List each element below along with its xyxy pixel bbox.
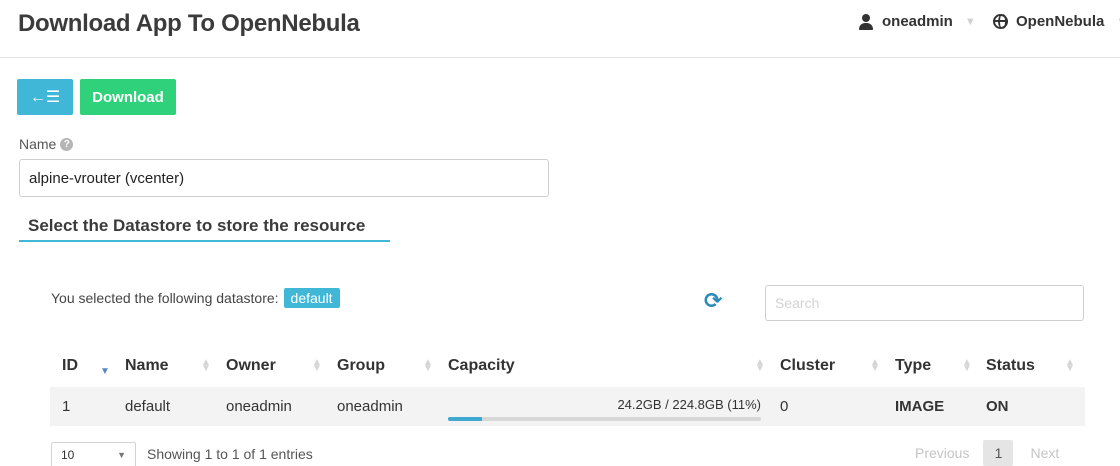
showing-entries-text: Showing 1 to 1 of 1 entries [147,446,313,462]
help-icon[interactable]: ? [60,137,74,151]
selected-datastore-prefix: You selected the following datastore: [51,290,279,306]
sort-icon[interactable]: ▲ ▼ [755,358,765,374]
back-to-list-icon: ←☰ [29,89,61,106]
zone-menu[interactable]: OpenNebula ▼ [993,13,1120,30]
page-title: Download App To OpenNebula [18,10,360,37]
user-name: oneadmin [882,13,953,30]
sort-icon[interactable]: ▲ ▼ [1065,358,1075,374]
selected-datastore-text: You selected the following datastore: de… [51,288,340,308]
sort-icon[interactable]: ▲ ▼ [423,358,433,374]
cell-capacity: 24.2GB / 224.8GB (11%) [448,387,761,426]
cell-type: IMAGE [895,398,945,415]
chevron-down-icon: ▼ [1116,16,1120,28]
page-size-select[interactable]: 10 ▼ [51,442,136,466]
sort-icon[interactable]: ▲ ▼ [870,358,880,374]
table-header: ID ▼ Name ▲ ▼ Owner ▲ ▼ Group ▲ ▼ Capacity … [50,354,1085,382]
back-to-list-button[interactable]: ←☰ [17,79,73,115]
search-input[interactable] [765,285,1084,321]
user-menu[interactable]: oneadmin ▼ [858,13,976,30]
capacity-progress-fill [448,417,483,421]
page-size-value: 10 [61,448,75,462]
page-1-button[interactable]: 1 [983,440,1014,466]
column-header-name[interactable]: Name [125,354,169,378]
capacity-progress-bar [448,417,761,421]
chevron-down-icon: ▼ [117,450,126,460]
name-input[interactable] [19,159,549,197]
name-label-text: Name [19,136,57,152]
cell-name: default [125,398,171,415]
sort-icon[interactable]: ▲ ▼ [312,358,322,374]
pagination: Previous 1 Next [915,440,1059,466]
cell-cluster: 0 [780,398,789,415]
user-icon [858,13,874,30]
cell-status: ON [986,398,1009,415]
selected-datastore-badge: default [283,288,340,308]
capacity-text: 24.2GB / 224.8GB (11%) [617,397,761,412]
chevron-down-icon: ▼ [964,15,976,28]
sort-icon[interactable]: ▲ ▼ [962,358,972,374]
column-header-id[interactable]: ID [62,354,78,378]
previous-page-button[interactable]: Previous [915,445,969,461]
column-header-status[interactable]: Status [986,354,1035,378]
column-header-capacity[interactable]: Capacity [448,354,515,378]
cell-owner: oneadmin [226,398,292,415]
sort-desc-icon[interactable]: ▼ [100,366,110,377]
table-row[interactable]: 1 default oneadmin oneadmin 24.2GB / 224… [50,387,1085,426]
cell-id: 1 [62,398,71,415]
column-header-owner[interactable]: Owner [226,354,276,378]
column-header-group[interactable]: Group [337,354,385,378]
page-header: Download App To OpenNebula oneadmin ▼ Op… [0,0,1120,58]
download-button[interactable]: Download [80,79,176,115]
sort-icon[interactable]: ▲ ▼ [201,358,211,374]
name-label: Name ? [19,136,74,152]
next-page-button[interactable]: Next [1030,445,1059,461]
column-header-type[interactable]: Type [895,354,931,378]
globe-icon [993,14,1008,29]
column-header-cluster[interactable]: Cluster [780,354,835,378]
refresh-icon[interactable]: ⟳ [704,290,722,312]
cell-group: oneadmin [337,398,403,415]
section-title: Select the Datastore to store the resour… [19,216,390,242]
zone-name: OpenNebula [1016,13,1105,30]
